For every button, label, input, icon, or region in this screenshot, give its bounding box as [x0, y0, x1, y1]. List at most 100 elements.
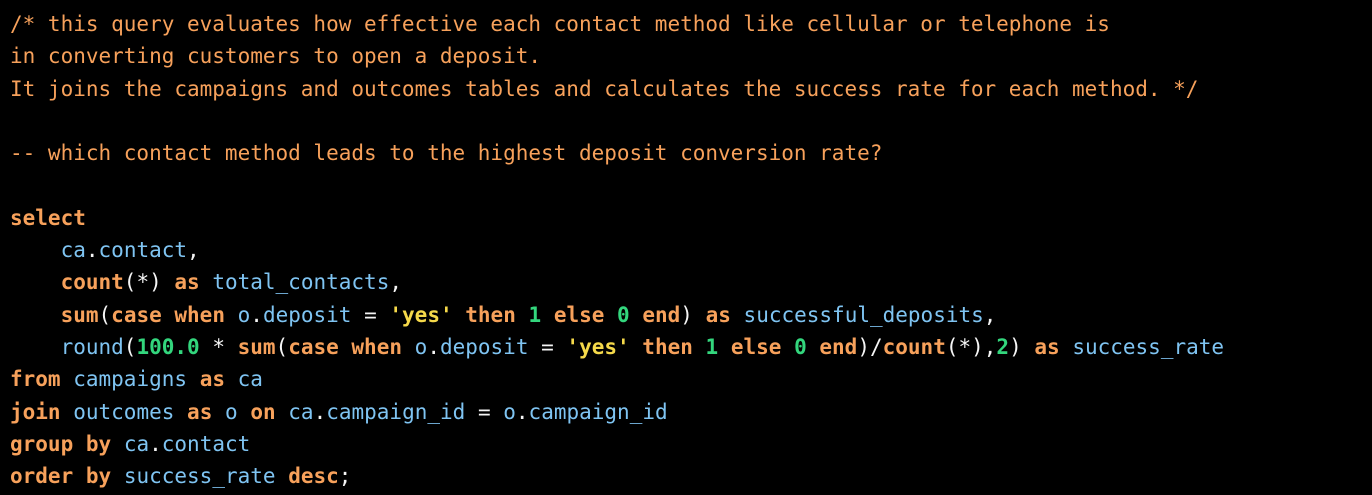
code-line: join outcomes as o on ca.campaign_id = o…: [10, 396, 1372, 428]
sql-punctuation: [10, 270, 61, 294]
sql-punctuation: .: [515, 399, 529, 424]
code-line: /* this query evaluates how effective ea…: [10, 8, 1372, 40]
sql-punctuation: [111, 464, 124, 488]
sql-punctuation: [693, 335, 706, 359]
sql-identifier: contact: [98, 238, 188, 263]
sql-number-literal: 0: [794, 334, 807, 359]
sql-keyword: count: [60, 270, 124, 295]
sql-punctuation: [61, 400, 74, 424]
code-line: It joins the campaigns and outcomes tabl…: [10, 73, 1372, 105]
code-comment: It joins the campaigns and outcomes tabl…: [10, 76, 1199, 101]
code-line: select: [10, 202, 1372, 234]
sql-identifier: success_rate: [1072, 334, 1225, 359]
sql-identifier: o: [225, 399, 238, 424]
sql-identifier: ca: [237, 367, 263, 392]
sql-punctuation: ;: [338, 464, 352, 489]
code-line: in converting customers to open a deposi…: [10, 40, 1372, 72]
sql-punctuation: [630, 303, 643, 327]
sql-keyword: count: [882, 334, 946, 359]
sql-punctuation: [10, 303, 61, 327]
sql-keyword: then: [465, 302, 516, 327]
sql-keyword: end: [642, 302, 681, 327]
code-line: count(*) as total_contacts,: [10, 266, 1372, 298]
sql-punctuation: [212, 400, 225, 424]
sql-number-literal: 0: [617, 302, 630, 327]
sql-keyword: sum: [60, 302, 99, 327]
code-line: from campaigns as ca: [10, 363, 1372, 395]
sql-keyword: else: [553, 302, 605, 327]
sql-number-literal: 1: [528, 302, 542, 327]
sql-identifier: successful_deposits: [743, 302, 984, 327]
sql-punctuation: *: [199, 334, 238, 359]
sql-punctuation: =: [351, 302, 390, 327]
sql-punctuation: [402, 335, 415, 359]
sql-punctuation: (: [98, 302, 112, 327]
sql-punctuation: (*): [123, 270, 175, 295]
sql-punctuation: [10, 238, 61, 262]
sql-identifier: campaign_id: [326, 399, 466, 424]
sql-punctuation: ): [680, 302, 706, 327]
sql-punctuation: [10, 335, 61, 359]
sql-punctuation: [187, 367, 200, 391]
sql-punctuation: .: [149, 431, 162, 456]
sql-punctuation: [453, 303, 466, 327]
sql-punctuation: [225, 303, 238, 327]
code-comment: -- which contact method leads to the hig…: [10, 141, 883, 166]
sql-keyword: as: [705, 302, 731, 327]
sql-punctuation: [1060, 335, 1073, 359]
sql-punctuation: [718, 335, 731, 359]
sql-punctuation: ,: [983, 302, 997, 327]
sql-identifier: ca: [60, 238, 86, 263]
sql-punctuation: [541, 303, 554, 327]
sql-punctuation: [630, 335, 643, 359]
sql-number-literal: 2: [996, 334, 1010, 359]
sql-punctuation: [781, 335, 794, 359]
sql-keyword: as: [199, 367, 225, 392]
sql-keyword: desc: [288, 464, 339, 489]
sql-keyword: order by: [10, 464, 112, 489]
sql-punctuation: ,: [389, 270, 402, 295]
sql-punctuation: [731, 303, 744, 327]
sql-punctuation: [276, 400, 289, 424]
sql-identifier: success_rate: [123, 464, 276, 489]
sql-punctuation: (: [275, 334, 289, 359]
code-line: order by success_rate desc;: [10, 460, 1372, 492]
sql-number-literal: 1: [705, 334, 719, 359]
sql-keyword: as: [174, 270, 200, 295]
sql-punctuation: ,: [187, 238, 200, 263]
code-comment: in converting customers to open a deposi…: [10, 44, 542, 69]
code-editor[interactable]: /* this query evaluates how effective ea…: [0, 0, 1372, 495]
sql-punctuation: [174, 400, 187, 424]
sql-keyword: as: [187, 399, 213, 424]
sql-punctuation: .: [427, 334, 440, 359]
sql-punctuation: )/: [857, 334, 883, 359]
sql-punctuation: [200, 270, 213, 294]
sql-number-literal: 100.0: [136, 334, 200, 359]
sql-punctuation: [276, 464, 289, 488]
sql-identifier: deposit: [262, 302, 352, 327]
code-line: round(100.0 * sum(case when o.deposit = …: [10, 331, 1372, 363]
sql-punctuation: =: [528, 334, 567, 359]
sql-punctuation: [238, 400, 251, 424]
sql-identifier: ca: [288, 399, 314, 424]
sql-identifier: campaign_id: [528, 399, 668, 424]
sql-identifier: total_contacts: [212, 270, 390, 295]
sql-keyword: on: [250, 399, 276, 424]
sql-punctuation: =: [465, 399, 504, 424]
sql-identifier: o: [237, 302, 251, 327]
code-line: group by ca.contact: [10, 428, 1372, 460]
sql-punctuation: ): [1009, 334, 1035, 359]
sql-keyword: group by: [10, 431, 112, 456]
sql-punctuation: [111, 432, 124, 456]
sql-keyword: end: [819, 334, 858, 359]
sql-keyword: case when: [288, 334, 402, 359]
sql-identifier: outcomes: [73, 399, 175, 424]
sql-identifier: o: [414, 334, 428, 359]
sql-keyword: as: [1034, 334, 1060, 359]
sql-punctuation: .: [85, 238, 99, 263]
sql-identifier: deposit: [439, 334, 529, 359]
sql-keyword: select: [10, 205, 86, 230]
sql-identifier: ca: [123, 431, 150, 456]
sql-punctuation: [225, 367, 238, 391]
code-line: ca.contact,: [10, 234, 1372, 266]
